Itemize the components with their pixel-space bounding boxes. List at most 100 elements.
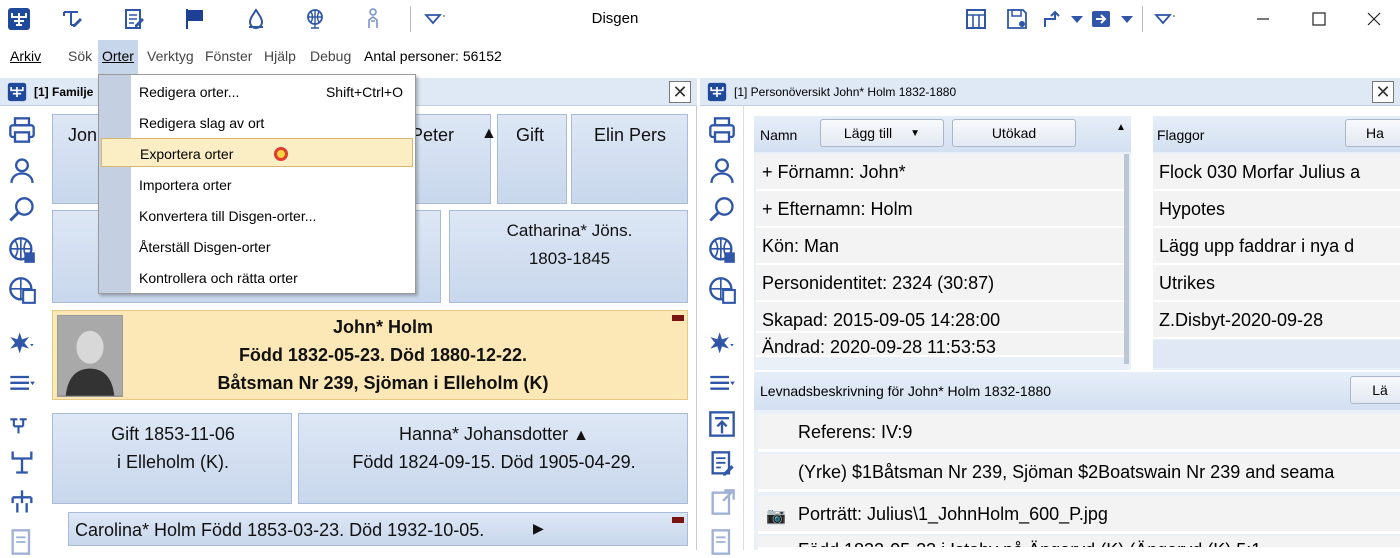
export-dropdown-icon[interactable] <box>1114 6 1140 32</box>
main-person-card[interactable]: John* Holm Född 1832-05-23. Död 1880-12-… <box>52 310 688 400</box>
mother-name: Catharina* Jöns. <box>506 221 633 240</box>
menu-item-aterstall[interactable]: Återställ Disgen-orter <box>101 232 413 261</box>
flag-row[interactable]: Z.Disbyt-2020-09-28 <box>1153 302 1400 339</box>
menu-item-label: Redigera orter... <box>139 84 240 100</box>
marriage-date: Gift 1853-11-06 <box>111 424 235 444</box>
descendants-icon[interactable] <box>6 486 38 518</box>
route-dropdown-icon[interactable] <box>1064 6 1090 32</box>
menu-orter[interactable]: Orter <box>98 40 138 74</box>
biography-row[interactable]: Referens: IV:9 <box>758 414 1400 452</box>
close-pane-icon[interactable]: ✕ <box>669 81 691 103</box>
flag-icon[interactable] <box>182 6 208 32</box>
flag-row[interactable]: Flock 030 Morfar Julius a <box>1153 154 1400 191</box>
biography-row[interactable]: 📷 Porträtt: Julius\1_JohnHolm_600_P.jpg <box>758 496 1400 534</box>
title-bar: Disgen <box>0 0 1400 40</box>
orter-dropdown-menu: Redigera orter... Shift+Ctrl+O Redigera … <box>98 74 416 294</box>
tree-icon[interactable] <box>6 446 38 478</box>
mother-card[interactable]: Catharina* Jöns. 1803-1845 <box>449 210 688 303</box>
menu-item-label: Exportera orter <box>140 146 234 162</box>
menu-item-label: Importera orter <box>139 177 232 193</box>
toolbar-separator <box>410 6 411 32</box>
document-icon[interactable] <box>6 526 38 558</box>
globe-icon[interactable] <box>302 6 328 32</box>
person-pin-icon[interactable] <box>360 6 386 32</box>
scrollbar[interactable] <box>1124 154 1129 364</box>
document-icon[interactable] <box>706 526 738 558</box>
grandmother-card-2[interactable]: Elin Pers <box>571 114 688 204</box>
menu-item-redigera-slag[interactable]: Redigera slag av ort <box>101 108 413 137</box>
logo-icon <box>706 82 728 102</box>
globe-edit-icon[interactable] <box>6 234 38 266</box>
menu-item-label: Kontrollera och rätta orter <box>139 270 298 286</box>
person-icon[interactable] <box>6 154 38 186</box>
save-icon[interactable] <box>1004 6 1030 32</box>
menu-debug[interactable]: Debug <box>310 48 351 64</box>
star-dropdown-icon[interactable] <box>6 328 38 360</box>
scroll-top-icon[interactable] <box>706 408 738 440</box>
columns-icon[interactable] <box>963 6 989 32</box>
spouse-card[interactable]: Hanna* Johansdotter ▲ Född 1824-09-15. D… <box>298 413 688 504</box>
name-row[interactable]: Kön: Man <box>756 228 1124 265</box>
person-count: Antal personer: 56152 <box>364 48 502 64</box>
filter-dropdown-icon[interactable] <box>422 6 448 32</box>
biography-button[interactable]: Lä <box>1350 376 1400 404</box>
flag-row[interactable]: Hypotes <box>1153 191 1400 228</box>
biography-title: Levnadsbeskrivning för John* Holm 1832-1… <box>760 383 1052 399</box>
chevron-down-icon: ▼ <box>910 127 921 139</box>
print-icon[interactable] <box>6 114 38 146</box>
globe-doc-icon[interactable] <box>6 274 38 306</box>
biography-row[interactable]: (Yrke) $1Båtsman Nr 239, Sjöman $2Boatsw… <box>758 454 1400 492</box>
route-icon[interactable] <box>1040 6 1066 32</box>
mother-years: 1803-1845 <box>528 249 611 268</box>
star-dropdown-icon[interactable] <box>706 328 738 360</box>
note-edit-icon[interactable] <box>122 6 148 32</box>
add-name-button[interactable]: Lägg till ▼ <box>820 119 944 147</box>
tree-edit-icon[interactable] <box>60 6 86 32</box>
marriage-card[interactable]: Gift <box>497 114 567 204</box>
document-export-icon[interactable] <box>706 486 738 518</box>
person-icon[interactable] <box>706 154 738 186</box>
print-icon[interactable] <box>706 114 738 146</box>
globe-edit-icon[interactable] <box>706 234 738 266</box>
minimize-icon[interactable] <box>1250 6 1276 32</box>
ancestors-icon[interactable] <box>6 408 38 440</box>
globe-doc-icon[interactable] <box>706 274 738 306</box>
menu-sok[interactable]: Sök <box>68 48 92 64</box>
scroll-up-icon[interactable]: ▲ <box>1116 122 1126 133</box>
drop-icon[interactable] <box>243 6 269 32</box>
child-card[interactable]: Carolina* Holm Född 1853-03-23. Död 1932… <box>68 512 688 546</box>
search-icon[interactable] <box>706 194 738 226</box>
menu-item-kontrollera[interactable]: Kontrollera och rätta orter <box>101 263 413 292</box>
main-person-name: John* Holm <box>332 317 433 337</box>
triangle-up-icon: ▲ <box>481 125 497 142</box>
menu-item-konvertera[interactable]: Konvertera till Disgen-orter... <box>101 201 413 230</box>
name-row[interactable]: + Efternamn: Holm <box>756 191 1124 228</box>
marriage-info-card[interactable]: Gift 1853-11-06 i Elleholm (K). <box>52 413 292 504</box>
maximize-icon[interactable] <box>1306 6 1332 32</box>
search-icon[interactable] <box>6 194 38 226</box>
expanded-button[interactable]: Utökad <box>952 119 1076 147</box>
menu-item-importera-orter[interactable]: Importera orter <box>101 170 413 199</box>
menu-bar: Arkiv Sök Orter Verktyg Fönster Hjälp De… <box>0 40 1400 74</box>
menu-lines-icon[interactable] <box>6 368 38 400</box>
document-edit-icon[interactable] <box>706 448 738 480</box>
menu-item-exportera-orter[interactable]: Exportera orter <box>101 138 413 167</box>
menu-verktyg[interactable]: Verktyg <box>147 48 194 64</box>
add-flag-button[interactable]: Ha <box>1345 119 1400 147</box>
flag-row[interactable]: Lägg upp faddrar i nya d <box>1153 228 1400 265</box>
menu-hjalp[interactable]: Hjälp <box>264 48 296 64</box>
close-pane-icon[interactable]: ✕ <box>1372 81 1394 103</box>
menu-item-redigera-orter[interactable]: Redigera orter... Shift+Ctrl+O <box>101 77 413 106</box>
close-icon[interactable] <box>1361 6 1387 32</box>
menu-lines-icon[interactable] <box>706 368 738 400</box>
menu-fonster[interactable]: Fönster <box>205 48 252 64</box>
export-icon[interactable] <box>1088 6 1114 32</box>
name-row[interactable]: + Förnamn: John* <box>756 154 1124 191</box>
name-row[interactable]: Personidentitet: 2324 (30:87) <box>756 265 1124 302</box>
spouse-dates: Född 1824-09-15. Död 1905-04-29. <box>352 452 636 472</box>
menu-arkiv[interactable]: Arkiv <box>10 48 41 64</box>
filter-dropdown-icon[interactable] <box>1152 6 1178 32</box>
flag-row[interactable]: Utrikes <box>1153 265 1400 302</box>
flags-panel-header: Flaggor Ha <box>1153 116 1400 152</box>
biography-row[interactable]: Född 1832-05-23 i Istaby på Ängaryd (K) … <box>758 536 1400 550</box>
